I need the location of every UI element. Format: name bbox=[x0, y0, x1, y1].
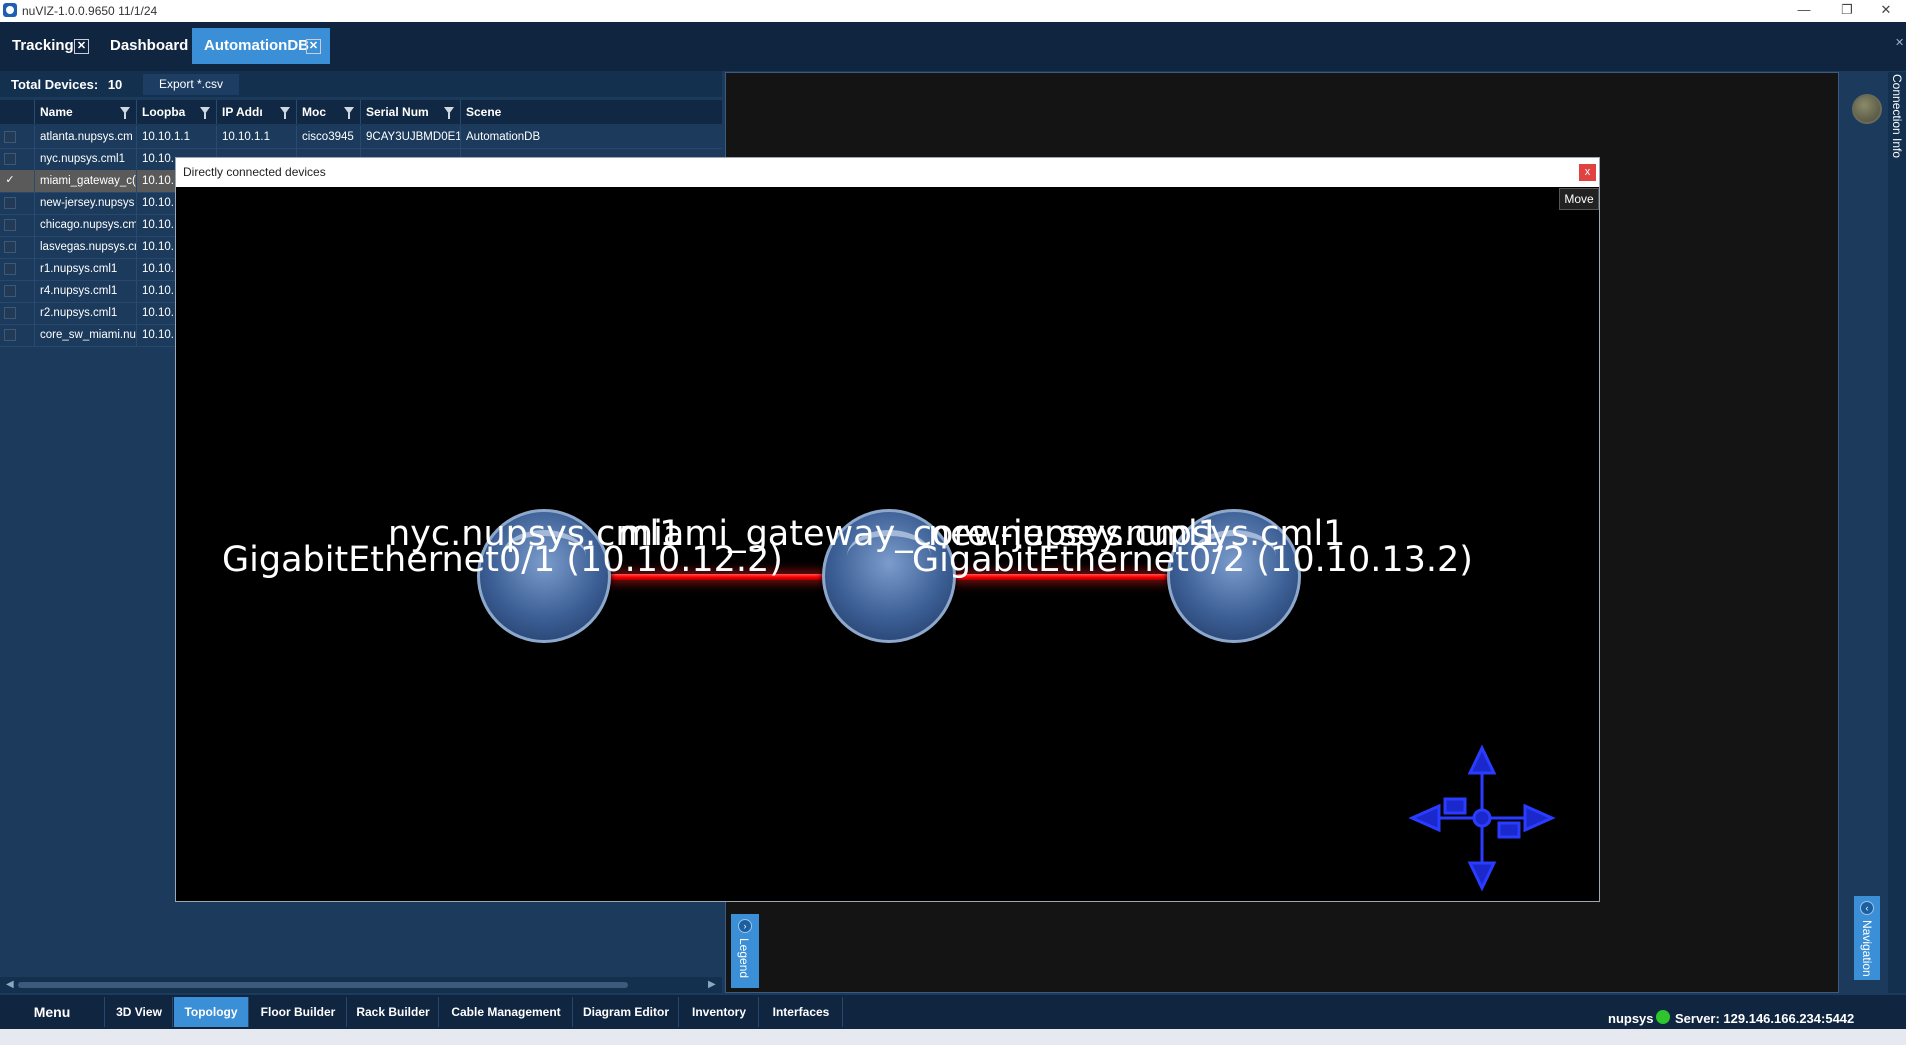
tab-automationdb[interactable]: AutomationDB ✕ bbox=[192, 28, 330, 64]
navigation-gizmo-icon[interactable] bbox=[1407, 743, 1557, 893]
column-header-ip[interactable]: IP Addı bbox=[216, 100, 296, 124]
app-logo-icon bbox=[3, 3, 17, 17]
tab-floor-builder[interactable]: Floor Builder bbox=[250, 997, 347, 1027]
tab-label: AutomationDB bbox=[204, 37, 309, 54]
cell-loopback: 10.10.1.1 bbox=[136, 126, 216, 148]
tab-tracking[interactable]: Tracking ✕ bbox=[0, 28, 92, 64]
scroll-right-icon[interactable]: ▶ bbox=[708, 979, 716, 990]
navigation-button[interactable]: ‹ Navigation bbox=[1854, 896, 1880, 980]
column-header-name[interactable]: Name bbox=[34, 100, 136, 124]
connection-graph[interactable]: nyc.nupsys.cml1 miami_gateway_core.nupsy… bbox=[177, 187, 1598, 901]
close-window-button[interactable]: ✕ bbox=[1866, 2, 1906, 18]
link-label: GigabitEthernet0/2 (10.10.13.2) bbox=[912, 540, 1473, 580]
row-checkbox[interactable] bbox=[4, 241, 16, 253]
cell-name: chicago.nupsys.cm bbox=[34, 214, 136, 236]
scroll-left-icon[interactable]: ◀ bbox=[6, 979, 14, 990]
total-devices: Total Devices: 10 bbox=[11, 77, 122, 92]
cell-name: r4.nupsys.cml1 bbox=[34, 280, 136, 302]
legend-button[interactable]: › Legend bbox=[731, 914, 759, 988]
filter-icon[interactable] bbox=[280, 107, 290, 119]
cell-name: r1.nupsys.cml1 bbox=[34, 258, 136, 280]
cell-name: r2.nupsys.cml1 bbox=[34, 302, 136, 324]
cell-model: cisco3945 bbox=[296, 126, 360, 148]
tab-topology[interactable]: Topology bbox=[174, 997, 249, 1027]
total-devices-count: 10 bbox=[107, 77, 123, 92]
filter-icon[interactable] bbox=[200, 107, 210, 119]
row-checkbox[interactable] bbox=[4, 307, 16, 319]
view-orb-icon[interactable] bbox=[1852, 94, 1882, 124]
window-title: nuVIZ-1.0.0.9650 11/1/24 bbox=[22, 4, 158, 18]
row-checkbox[interactable] bbox=[4, 285, 16, 297]
cell-name: core_sw_miami.nu bbox=[34, 324, 136, 346]
close-tab-icon[interactable]: ✕ bbox=[74, 39, 89, 54]
cell-ip: 10.10.1.1 bbox=[216, 126, 296, 148]
online-status-icon bbox=[1656, 1010, 1670, 1024]
dialog-close-button[interactable]: x bbox=[1579, 164, 1596, 181]
link-label: GigabitEthernet0/1 (10.10.12.2) bbox=[222, 540, 783, 580]
dialog-titlebar[interactable]: Directly connected devices x bbox=[176, 158, 1599, 187]
column-header-loopback[interactable]: Loopba bbox=[136, 100, 216, 124]
navigation-label: Navigation bbox=[1860, 920, 1874, 977]
tab-interfaces[interactable]: Interfaces bbox=[760, 997, 843, 1027]
connected-devices-dialog: Directly connected devices x nyc.nupsys.… bbox=[175, 157, 1600, 902]
tab-cable-management[interactable]: Cable Management bbox=[440, 997, 573, 1027]
panel-close-icon[interactable]: ✕ bbox=[1895, 36, 1904, 49]
dialog-title: Directly connected devices bbox=[183, 165, 326, 179]
tab-rack-builder[interactable]: Rack Builder bbox=[348, 997, 439, 1027]
minimize-button[interactable]: — bbox=[1784, 2, 1824, 17]
status-user: nupsys bbox=[1608, 1011, 1654, 1026]
cell-name: miami_gateway_c( bbox=[34, 170, 136, 192]
device-list-header: Total Devices: 10 Export *.csv bbox=[0, 71, 722, 97]
tab-label: Dashboard bbox=[110, 37, 189, 54]
column-header-model[interactable]: Moc bbox=[296, 100, 360, 124]
tab-label: Tracking bbox=[12, 37, 74, 54]
scroll-thumb[interactable] bbox=[18, 982, 628, 988]
filter-icon[interactable] bbox=[344, 107, 354, 119]
table-row[interactable]: atlanta.nupsys.cm 10.10.1.1 10.10.1.1 cisco… bbox=[0, 126, 722, 149]
connection-info-strip[interactable]: Connection Info bbox=[1888, 72, 1906, 993]
row-checkbox[interactable] bbox=[4, 263, 16, 275]
export-csv-button[interactable]: Export *.csv bbox=[143, 74, 239, 95]
filter-icon[interactable] bbox=[120, 107, 130, 119]
filter-icon[interactable] bbox=[444, 107, 454, 119]
row-checkbox[interactable] bbox=[4, 131, 16, 143]
close-tab-icon[interactable]: ✕ bbox=[306, 39, 321, 54]
row-checkbox[interactable] bbox=[4, 153, 16, 165]
tab-diagram-editor[interactable]: Diagram Editor bbox=[574, 997, 679, 1027]
window-titlebar: nuVIZ-1.0.0.9650 11/1/24 — ❐ ✕ bbox=[0, 0, 1906, 23]
cell-name: lasvegas.nupsys.cr bbox=[34, 236, 136, 258]
row-checkbox[interactable] bbox=[4, 329, 16, 341]
tab-3d-view[interactable]: 3D View bbox=[106, 997, 173, 1027]
collapse-chevron-icon: ‹ bbox=[1860, 901, 1874, 915]
column-header-serial[interactable]: Serial Num bbox=[360, 100, 460, 124]
row-checkbox[interactable] bbox=[4, 219, 16, 231]
tab-inventory[interactable]: Inventory bbox=[680, 997, 759, 1027]
row-checkbox[interactable] bbox=[4, 197, 16, 209]
legend-label: Legend bbox=[737, 938, 751, 979]
move-button[interactable]: Move bbox=[1559, 188, 1599, 210]
tab-dashboard[interactable]: Dashboard bbox=[98, 28, 188, 64]
menu-button[interactable]: Menu bbox=[0, 997, 105, 1027]
cell-name: nyc.nupsys.cml1 bbox=[34, 148, 136, 170]
expand-chevron-icon: › bbox=[738, 919, 752, 933]
maximize-button[interactable]: ❐ bbox=[1827, 2, 1867, 18]
document-tabbar: Tracking ✕ Dashboard AutomationDB ✕ ✕ bbox=[0, 22, 1906, 71]
status-server: Server: 129.146.166.234:5442 bbox=[1675, 1011, 1855, 1026]
horizontal-scrollbar[interactable]: ◀ ▶ bbox=[0, 977, 722, 993]
row-checkbox[interactable]: ✓ bbox=[4, 175, 16, 187]
os-taskbar bbox=[0, 1029, 1906, 1045]
column-header-scene[interactable]: Scene bbox=[460, 100, 722, 124]
cell-name: new-jersey.nupsys bbox=[34, 192, 136, 214]
connection-info-label: Connection Info bbox=[1890, 74, 1904, 159]
cell-name: atlanta.nupsys.cm bbox=[34, 126, 136, 148]
cell-scene: AutomationDB bbox=[460, 126, 722, 148]
total-devices-label: Total Devices: bbox=[11, 77, 99, 92]
cell-serial: 9CAY3UJBMD0E1( bbox=[360, 126, 460, 148]
table-header: Name Loopba IP Addı Moc Serial Num Scene bbox=[0, 100, 722, 124]
